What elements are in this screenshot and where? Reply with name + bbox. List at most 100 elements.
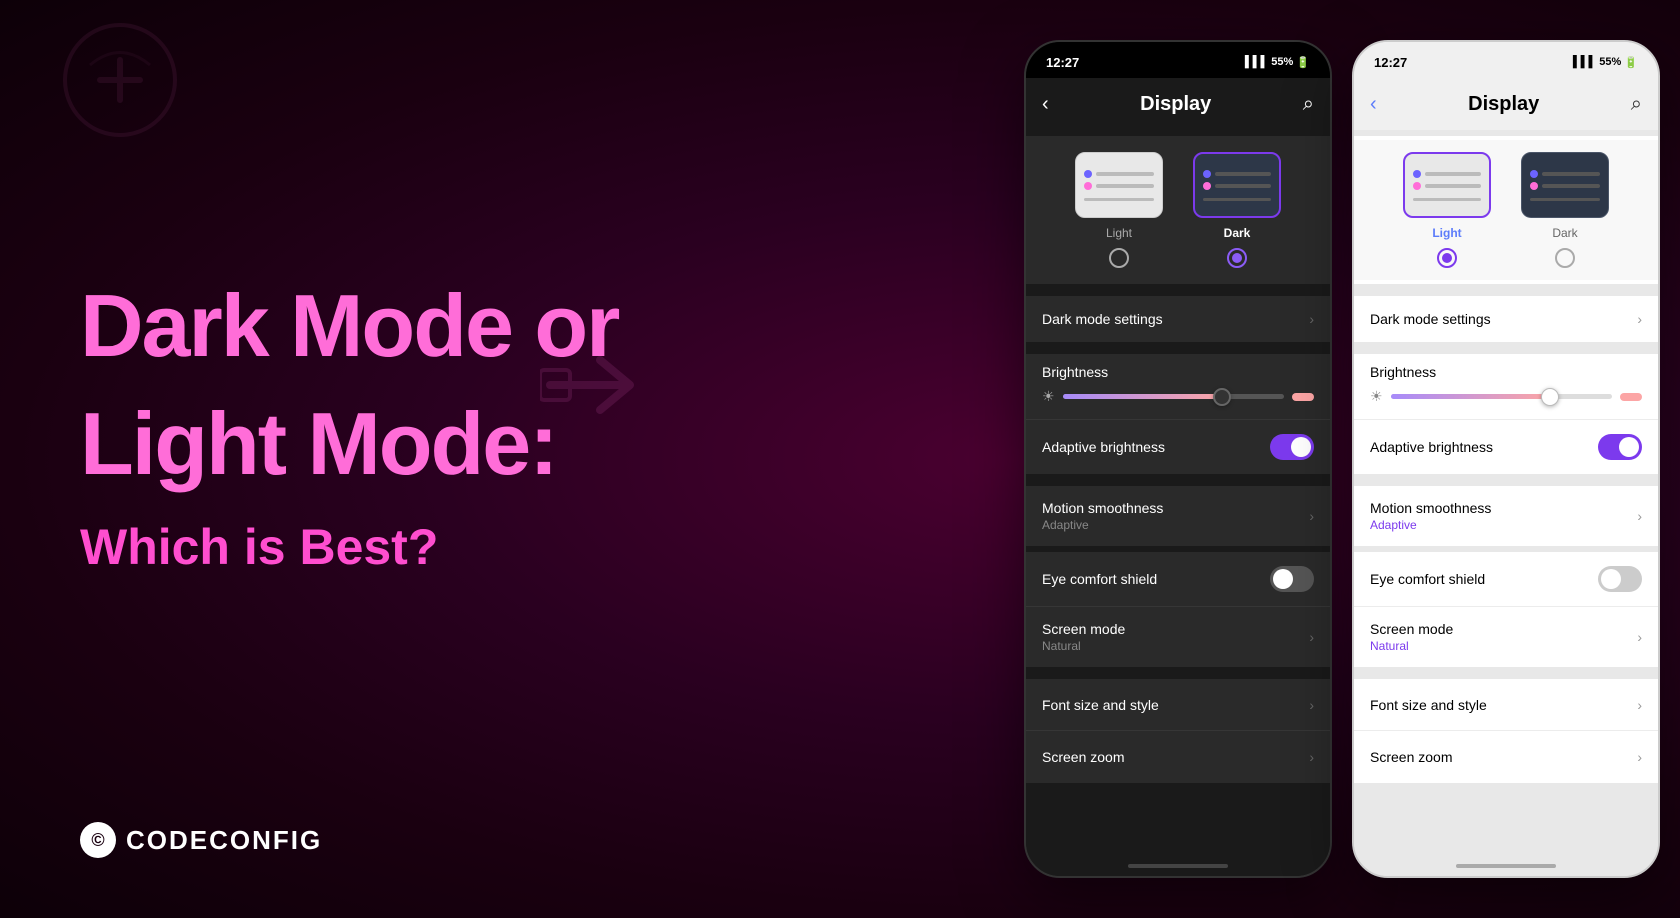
dark-search-icon[interactable]: ⌕: [1303, 93, 1314, 116]
light-brightness-row: Brightness ☀: [1354, 354, 1658, 420]
dark-mode-settings-label: Dark mode settings: [1042, 311, 1163, 327]
dark-header-title: Display: [1140, 93, 1211, 116]
dark-status-time: 12:27: [1046, 55, 1079, 70]
light-zoom-label: Screen zoom: [1370, 749, 1452, 765]
light-status-icons: ▌▌▌ 55% 🔋: [1573, 56, 1638, 69]
preview-dot4: [1203, 182, 1211, 190]
light-adaptive-toggle[interactable]: [1598, 434, 1642, 460]
lp-line1: [1425, 172, 1481, 176]
dark-font-chevron: ›: [1309, 697, 1314, 713]
dark-theme-section: Light: [1026, 136, 1330, 284]
light-slider-track[interactable]: [1391, 394, 1612, 399]
lp-line6: [1530, 198, 1600, 201]
dark-brightness-low-icon: ☀: [1042, 388, 1055, 405]
dark-screen-mode-label: Screen mode: [1042, 621, 1125, 637]
dark-brightness-control[interactable]: ☀: [1042, 388, 1314, 405]
light-gesture-bar: [1354, 856, 1658, 876]
lp-dot1: [1413, 170, 1421, 178]
dark-battery-full: 🔋: [1296, 56, 1310, 69]
light-zoom-chevron: ›: [1637, 749, 1642, 765]
dark-screen-mode-sub: Natural: [1042, 639, 1125, 653]
dark-status-icons: ▌▌▌ 55% 🔋: [1245, 56, 1310, 69]
light-slider-thumb: [1541, 388, 1559, 406]
dark-adaptive-knob: [1291, 437, 1311, 457]
light-back-button[interactable]: ‹: [1370, 93, 1377, 116]
light-adaptive-row[interactable]: Adaptive brightness: [1354, 420, 1658, 474]
dark-font-row[interactable]: Font size and style ›: [1026, 679, 1330, 731]
preview-line5: [1215, 184, 1271, 188]
light-light-radio[interactable]: [1437, 248, 1457, 268]
dark-adaptive-row[interactable]: Adaptive brightness: [1026, 420, 1330, 474]
dark-light-radio[interactable]: [1109, 248, 1129, 268]
headline-line1: Dark Mode or: [80, 282, 620, 370]
light-motion-chevron: ›: [1637, 508, 1642, 524]
light-theme-section: Light: [1354, 136, 1658, 284]
dark-divider2: [1026, 474, 1330, 480]
light-screen-mode-sub: Natural: [1370, 639, 1453, 653]
dark-eye-toggle[interactable]: [1270, 566, 1314, 592]
dark-status-bar: 12:27 ▌▌▌ 55% 🔋: [1026, 42, 1330, 78]
dark-signal-icon: ▌▌▌: [1245, 56, 1268, 68]
headline: Dark Mode or Light Mode:: [80, 282, 620, 518]
lp-dot4: [1530, 182, 1538, 190]
light-screen-mode-row[interactable]: Screen mode Natural ›: [1354, 607, 1658, 667]
dark-screen-mode-chevron: ›: [1309, 629, 1314, 645]
light-motion-row[interactable]: Motion smoothness Adaptive ›: [1354, 486, 1658, 552]
preview-line2: [1096, 184, 1154, 188]
light-screen-mode-chevron: ›: [1637, 629, 1642, 645]
dark-theme-light-option[interactable]: Light: [1075, 152, 1163, 268]
light-mode-settings-row[interactable]: Dark mode settings ›: [1354, 296, 1658, 348]
light-theme-dark-option[interactable]: Dark: [1521, 152, 1609, 268]
dark-motion-row[interactable]: Motion smoothness Adaptive ›: [1026, 486, 1330, 552]
light-theme-selector: Light: [1354, 140, 1658, 280]
dark-slider-track[interactable]: [1063, 394, 1284, 399]
dark-motion-sub: Adaptive: [1042, 518, 1163, 532]
light-dark-preview: [1521, 152, 1609, 218]
light-dark-radio[interactable]: [1555, 248, 1575, 268]
dark-motion-text: Motion smoothness Adaptive: [1042, 500, 1163, 532]
light-adaptive-label: Adaptive brightness: [1370, 439, 1493, 455]
light-mode-settings-chevron: ›: [1637, 311, 1642, 327]
light-zoom-row[interactable]: Screen zoom ›: [1354, 731, 1658, 783]
light-motion-label: Motion smoothness: [1370, 500, 1491, 516]
dark-back-button[interactable]: ‹: [1042, 93, 1049, 116]
preview-line3: [1084, 198, 1154, 201]
light-divider3: [1354, 667, 1658, 673]
lp-line5: [1542, 184, 1600, 188]
dark-screen-mode-row[interactable]: Screen mode Natural ›: [1026, 607, 1330, 667]
dark-divider1: [1026, 284, 1330, 290]
light-eye-toggle[interactable]: [1598, 566, 1642, 592]
light-gesture-line: [1456, 864, 1556, 868]
lp-dot3: [1530, 170, 1538, 178]
preview-dot1: [1084, 170, 1092, 178]
dark-brightness-row: Brightness ☀: [1026, 354, 1330, 420]
dark-dark-radio[interactable]: [1227, 248, 1247, 268]
dark-zoom-row[interactable]: Screen zoom ›: [1026, 731, 1330, 783]
lp-line3: [1413, 198, 1481, 201]
light-adaptive-knob: [1619, 437, 1639, 457]
light-status-time: 12:27: [1374, 55, 1407, 70]
dark-mode-settings-chevron: ›: [1309, 311, 1314, 327]
dark-battery-icon: 55%: [1271, 56, 1293, 68]
light-slider-fill: [1391, 394, 1550, 399]
light-font-row[interactable]: Font size and style ›: [1354, 679, 1658, 731]
dark-theme-dark-option[interactable]: Dark: [1193, 152, 1281, 268]
light-status-bar: 12:27 ▌▌▌ 55% 🔋: [1354, 42, 1658, 78]
dark-adaptive-toggle[interactable]: [1270, 434, 1314, 460]
dark-zoom-chevron: ›: [1309, 749, 1314, 765]
light-search-icon[interactable]: ⌕: [1631, 93, 1642, 116]
dark-eye-row[interactable]: Eye comfort shield: [1026, 552, 1330, 607]
dark-motion-label: Motion smoothness: [1042, 500, 1163, 516]
dark-header: ‹ Display ⌕: [1026, 78, 1330, 130]
light-brightness-control[interactable]: ☀: [1370, 388, 1642, 405]
light-divider2: [1354, 474, 1658, 480]
dark-light-preview: [1075, 152, 1163, 218]
light-theme-light-option[interactable]: Light: [1403, 152, 1491, 268]
preview-line6: [1203, 198, 1271, 201]
light-eye-row[interactable]: Eye comfort shield: [1354, 552, 1658, 607]
light-signal-icon: ▌▌▌: [1573, 56, 1596, 68]
dark-mode-settings-row[interactable]: Dark mode settings ›: [1026, 296, 1330, 348]
light-font-label: Font size and style: [1370, 697, 1487, 713]
dark-font-section: Font size and style › Screen zoom ›: [1026, 679, 1330, 783]
dark-motion-section: Motion smoothness Adaptive › Eye comfort…: [1026, 486, 1330, 667]
